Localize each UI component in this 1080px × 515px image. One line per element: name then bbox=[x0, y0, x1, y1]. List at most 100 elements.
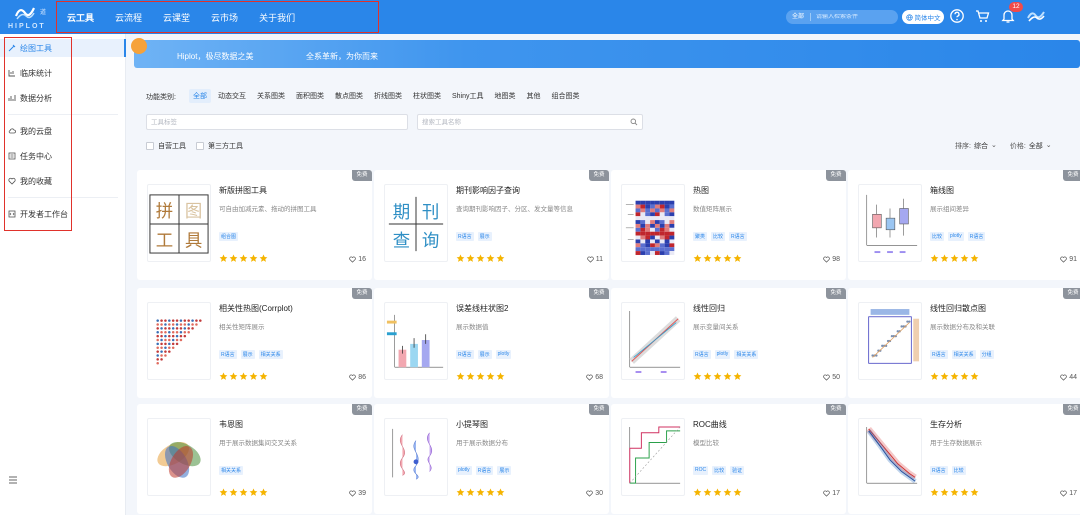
price-select[interactable]: 全部 bbox=[1029, 141, 1043, 151]
card-thumbnail[interactable]: 期刊查询 bbox=[384, 184, 448, 262]
card-tag[interactable]: R语言 bbox=[729, 232, 747, 241]
tool-card[interactable]: 免费 误差线柱状图2 展示数据值 R语言 展示 plotly 68 bbox=[374, 288, 609, 398]
card-tag[interactable]: R语言 bbox=[456, 350, 474, 359]
card-title[interactable]: 相关性热图(Corrplot) bbox=[219, 303, 293, 314]
card-tag[interactable]: plotly bbox=[495, 350, 512, 359]
chip-scatter[interactable]: 散点图类 bbox=[331, 89, 367, 103]
card-tag[interactable]: 分组 bbox=[979, 350, 994, 359]
card-tag[interactable]: 比较 bbox=[711, 232, 726, 241]
card-tag[interactable]: 相关关系 bbox=[734, 350, 759, 359]
chip-interactive[interactable]: 动态交互 bbox=[214, 89, 250, 103]
like-count[interactable]: 91 bbox=[1060, 256, 1077, 263]
like-count[interactable]: 86 bbox=[349, 374, 366, 381]
card-tag[interactable]: 相关关系 bbox=[951, 350, 976, 359]
search-icon[interactable] bbox=[630, 118, 638, 126]
card-tag[interactable]: plotly bbox=[948, 232, 964, 241]
nav-cloud-market[interactable]: 云市场 bbox=[211, 11, 238, 24]
like-count[interactable]: 68 bbox=[586, 374, 603, 381]
like-count[interactable]: 30 bbox=[586, 490, 603, 497]
tool-tag-input[interactable] bbox=[146, 114, 408, 130]
language-button[interactable]: 简体中文 bbox=[902, 10, 944, 24]
tool-card[interactable]: 免费拼图工具新版拼图工具 可自由加减元素、拖动的拼图工具 组合图 16 bbox=[137, 170, 372, 280]
card-tag[interactable]: plotly bbox=[714, 350, 731, 359]
card-tag[interactable]: 验证 bbox=[730, 466, 745, 475]
card-tag[interactable]: R语言 bbox=[475, 466, 494, 475]
chip-map[interactable]: 地图类 bbox=[491, 89, 520, 103]
global-search-input[interactable] bbox=[811, 14, 898, 20]
nav-cloud-tools[interactable]: 云工具 bbox=[67, 11, 94, 24]
card-tag[interactable]: R语言 bbox=[693, 350, 711, 359]
card-thumbnail[interactable] bbox=[621, 302, 685, 380]
card-tag[interactable]: 比较 bbox=[951, 466, 966, 475]
like-count[interactable]: 50 bbox=[823, 374, 840, 381]
tool-card[interactable]: 免费 线性回归散点图 展示数据分布及和关联 R语言 相关关系 分组 44 bbox=[848, 288, 1080, 398]
card-title[interactable]: 误差线柱状图2 bbox=[456, 303, 508, 314]
tool-name-search-input[interactable] bbox=[417, 114, 643, 130]
card-tag[interactable]: 聚类 bbox=[693, 232, 708, 241]
card-tag[interactable]: R语言 bbox=[930, 466, 948, 475]
card-tag[interactable]: R语言 bbox=[967, 232, 986, 241]
self-built-checkbox[interactable]: 自营工具 bbox=[146, 141, 186, 151]
tool-card[interactable]: 免费 小提琴图 用于展示数据分布 plotly R语言 展示 30 bbox=[374, 404, 609, 514]
tool-card[interactable]: 免费 线性回归 展示变量间关系 R语言 plotly 相关关系 50 bbox=[611, 288, 846, 398]
chip-line[interactable]: 折线图类 bbox=[370, 89, 406, 103]
card-tag[interactable]: 组合图 bbox=[219, 232, 239, 241]
hiplot-logo[interactable]: 道 HIPLOT bbox=[8, 2, 56, 32]
card-title[interactable]: 期刊影响因子查询 bbox=[456, 185, 520, 196]
card-title[interactable]: 生存分析 bbox=[930, 419, 962, 430]
nav-cloud-course[interactable]: 云课堂 bbox=[163, 11, 190, 24]
tool-card[interactable]: 免费 ROC曲线 模型比较 ROC 比较 验证 17 bbox=[611, 404, 846, 514]
chip-relation[interactable]: 关系图类 bbox=[253, 89, 289, 103]
sort-select[interactable]: 综合 bbox=[974, 141, 988, 151]
card-thumbnail[interactable] bbox=[621, 418, 685, 496]
card-title[interactable]: 线性回归 bbox=[693, 303, 725, 314]
nav-about[interactable]: 关于我们 bbox=[259, 11, 295, 24]
card-tag[interactable]: plotly bbox=[456, 466, 472, 475]
tool-card[interactable]: 免费 相关性热图(Corrplot) 相关性矩阵展示 R语言 展示 相关关系 86 bbox=[137, 288, 372, 398]
card-tag[interactable]: 展示 bbox=[477, 350, 492, 359]
card-tag[interactable]: ROC bbox=[693, 466, 709, 475]
promo-banner[interactable] bbox=[134, 40, 1080, 68]
card-tag[interactable]: 相关关系 bbox=[258, 350, 283, 359]
like-count[interactable]: 44 bbox=[1060, 374, 1077, 381]
card-thumbnail[interactable] bbox=[621, 184, 685, 262]
third-party-checkbox[interactable]: 第三方工具 bbox=[196, 141, 243, 151]
chip-bar[interactable]: 柱状图类 bbox=[409, 89, 445, 103]
card-thumbnail[interactable] bbox=[147, 418, 211, 496]
card-title[interactable]: 新版拼图工具 bbox=[219, 185, 267, 196]
help-icon[interactable] bbox=[949, 8, 965, 24]
like-count[interactable]: 17 bbox=[823, 490, 840, 497]
card-tag[interactable]: 比较 bbox=[712, 466, 727, 475]
search-scope-select[interactable]: 全部 bbox=[786, 13, 812, 21]
tool-card[interactable]: 免费 箱线图 展示组间差异 比较 plotly R语言 91 bbox=[848, 170, 1080, 280]
checkbox-box[interactable] bbox=[196, 142, 204, 150]
card-thumbnail[interactable] bbox=[384, 418, 448, 496]
card-thumbnail[interactable] bbox=[147, 302, 211, 380]
cart-icon[interactable] bbox=[974, 8, 990, 24]
card-tag[interactable]: 展示 bbox=[477, 232, 492, 241]
nav-cloud-workflow[interactable]: 云流程 bbox=[115, 11, 142, 24]
chip-all[interactable]: 全部 bbox=[189, 89, 211, 103]
tool-card[interactable]: 免费 韦恩图 用于展示数据集间交叉关系 相关关系 39 bbox=[137, 404, 372, 514]
like-count[interactable]: 11 bbox=[586, 256, 603, 263]
card-tag[interactable]: R语言 bbox=[219, 350, 237, 359]
card-title[interactable]: 线性回归散点图 bbox=[930, 303, 986, 314]
like-count[interactable]: 16 bbox=[349, 256, 366, 263]
user-avatar-icon[interactable] bbox=[1026, 8, 1046, 24]
chip-area[interactable]: 面积图类 bbox=[292, 89, 328, 103]
like-count[interactable]: 17 bbox=[1060, 490, 1077, 497]
tool-card[interactable]: 免费期刊查询期刊影响因子查询 查询期刊影响因子、分区、发文量等信息 R语言 展示 11 bbox=[374, 170, 609, 280]
card-title[interactable]: 小提琴图 bbox=[456, 419, 488, 430]
chip-shiny[interactable]: Shiny工具 bbox=[448, 89, 488, 103]
card-tag[interactable]: 展示 bbox=[497, 466, 512, 475]
checkbox-box[interactable] bbox=[146, 142, 154, 150]
card-tag[interactable]: 相关关系 bbox=[219, 466, 244, 475]
chip-combined[interactable]: 组合图类 bbox=[548, 89, 584, 103]
card-thumbnail[interactable]: 拼图工具 bbox=[147, 184, 211, 262]
collapse-menu-icon[interactable] bbox=[8, 476, 18, 484]
card-tag[interactable]: 展示 bbox=[240, 350, 255, 359]
card-title[interactable]: 热图 bbox=[693, 185, 709, 196]
like-count[interactable]: 98 bbox=[823, 256, 840, 263]
card-title[interactable]: 箱线图 bbox=[930, 185, 954, 196]
card-thumbnail[interactable] bbox=[858, 418, 922, 496]
